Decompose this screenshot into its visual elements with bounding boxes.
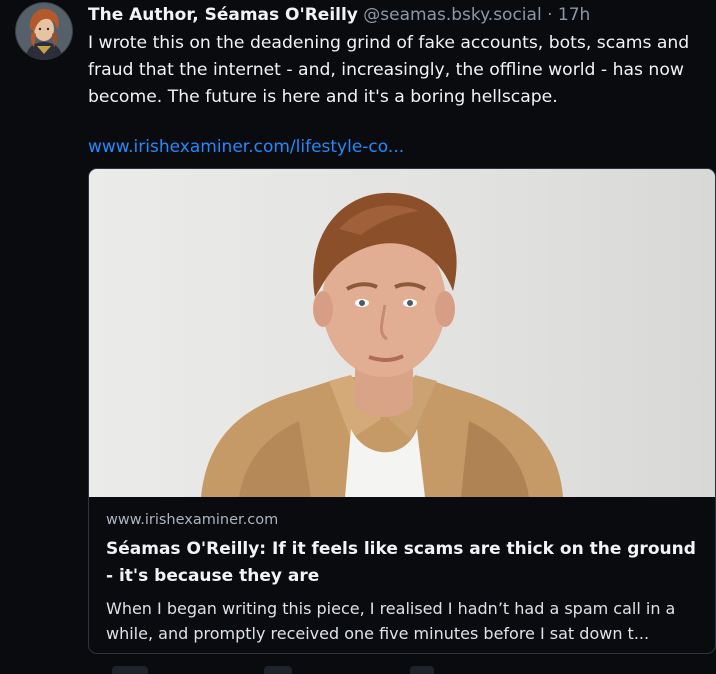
author-handle[interactable]: @seamas.bsky.social bbox=[363, 5, 541, 25]
link-preview-description: When I began writing this piece, I reali… bbox=[106, 599, 676, 643]
post-text: I wrote this on the deadening grind of f… bbox=[88, 33, 690, 107]
header-separator: · bbox=[547, 5, 553, 25]
author-name[interactable]: The Author, Séamas O'Reilly bbox=[88, 5, 358, 25]
repost-icon[interactable] bbox=[264, 666, 292, 674]
link-preview-image bbox=[89, 169, 715, 497]
link-preview-body: www.irishexaminer.com Séamas O'Reilly: I… bbox=[106, 509, 706, 646]
link-preview-title: Séamas O'Reilly: If it feels like scams … bbox=[106, 539, 696, 586]
post-header: The Author, Séamas O'Reilly @seamas.bsky… bbox=[88, 3, 590, 27]
like-icon[interactable] bbox=[410, 666, 434, 674]
post: The Author, Séamas O'Reilly @seamas.bsky… bbox=[0, 0, 716, 674]
link-preview-domain: www.irishexaminer.com bbox=[106, 512, 279, 528]
reply-icon[interactable] bbox=[112, 666, 148, 674]
post-link[interactable]: www.irishexaminer.com/lifestyle-co... bbox=[88, 134, 404, 160]
post-timestamp[interactable]: 17h bbox=[558, 5, 590, 25]
author-avatar[interactable] bbox=[15, 2, 73, 60]
link-preview-card[interactable]: www.irishexaminer.com Séamas O'Reilly: I… bbox=[88, 168, 716, 654]
post-body: I wrote this on the deadening grind of f… bbox=[88, 30, 714, 111]
